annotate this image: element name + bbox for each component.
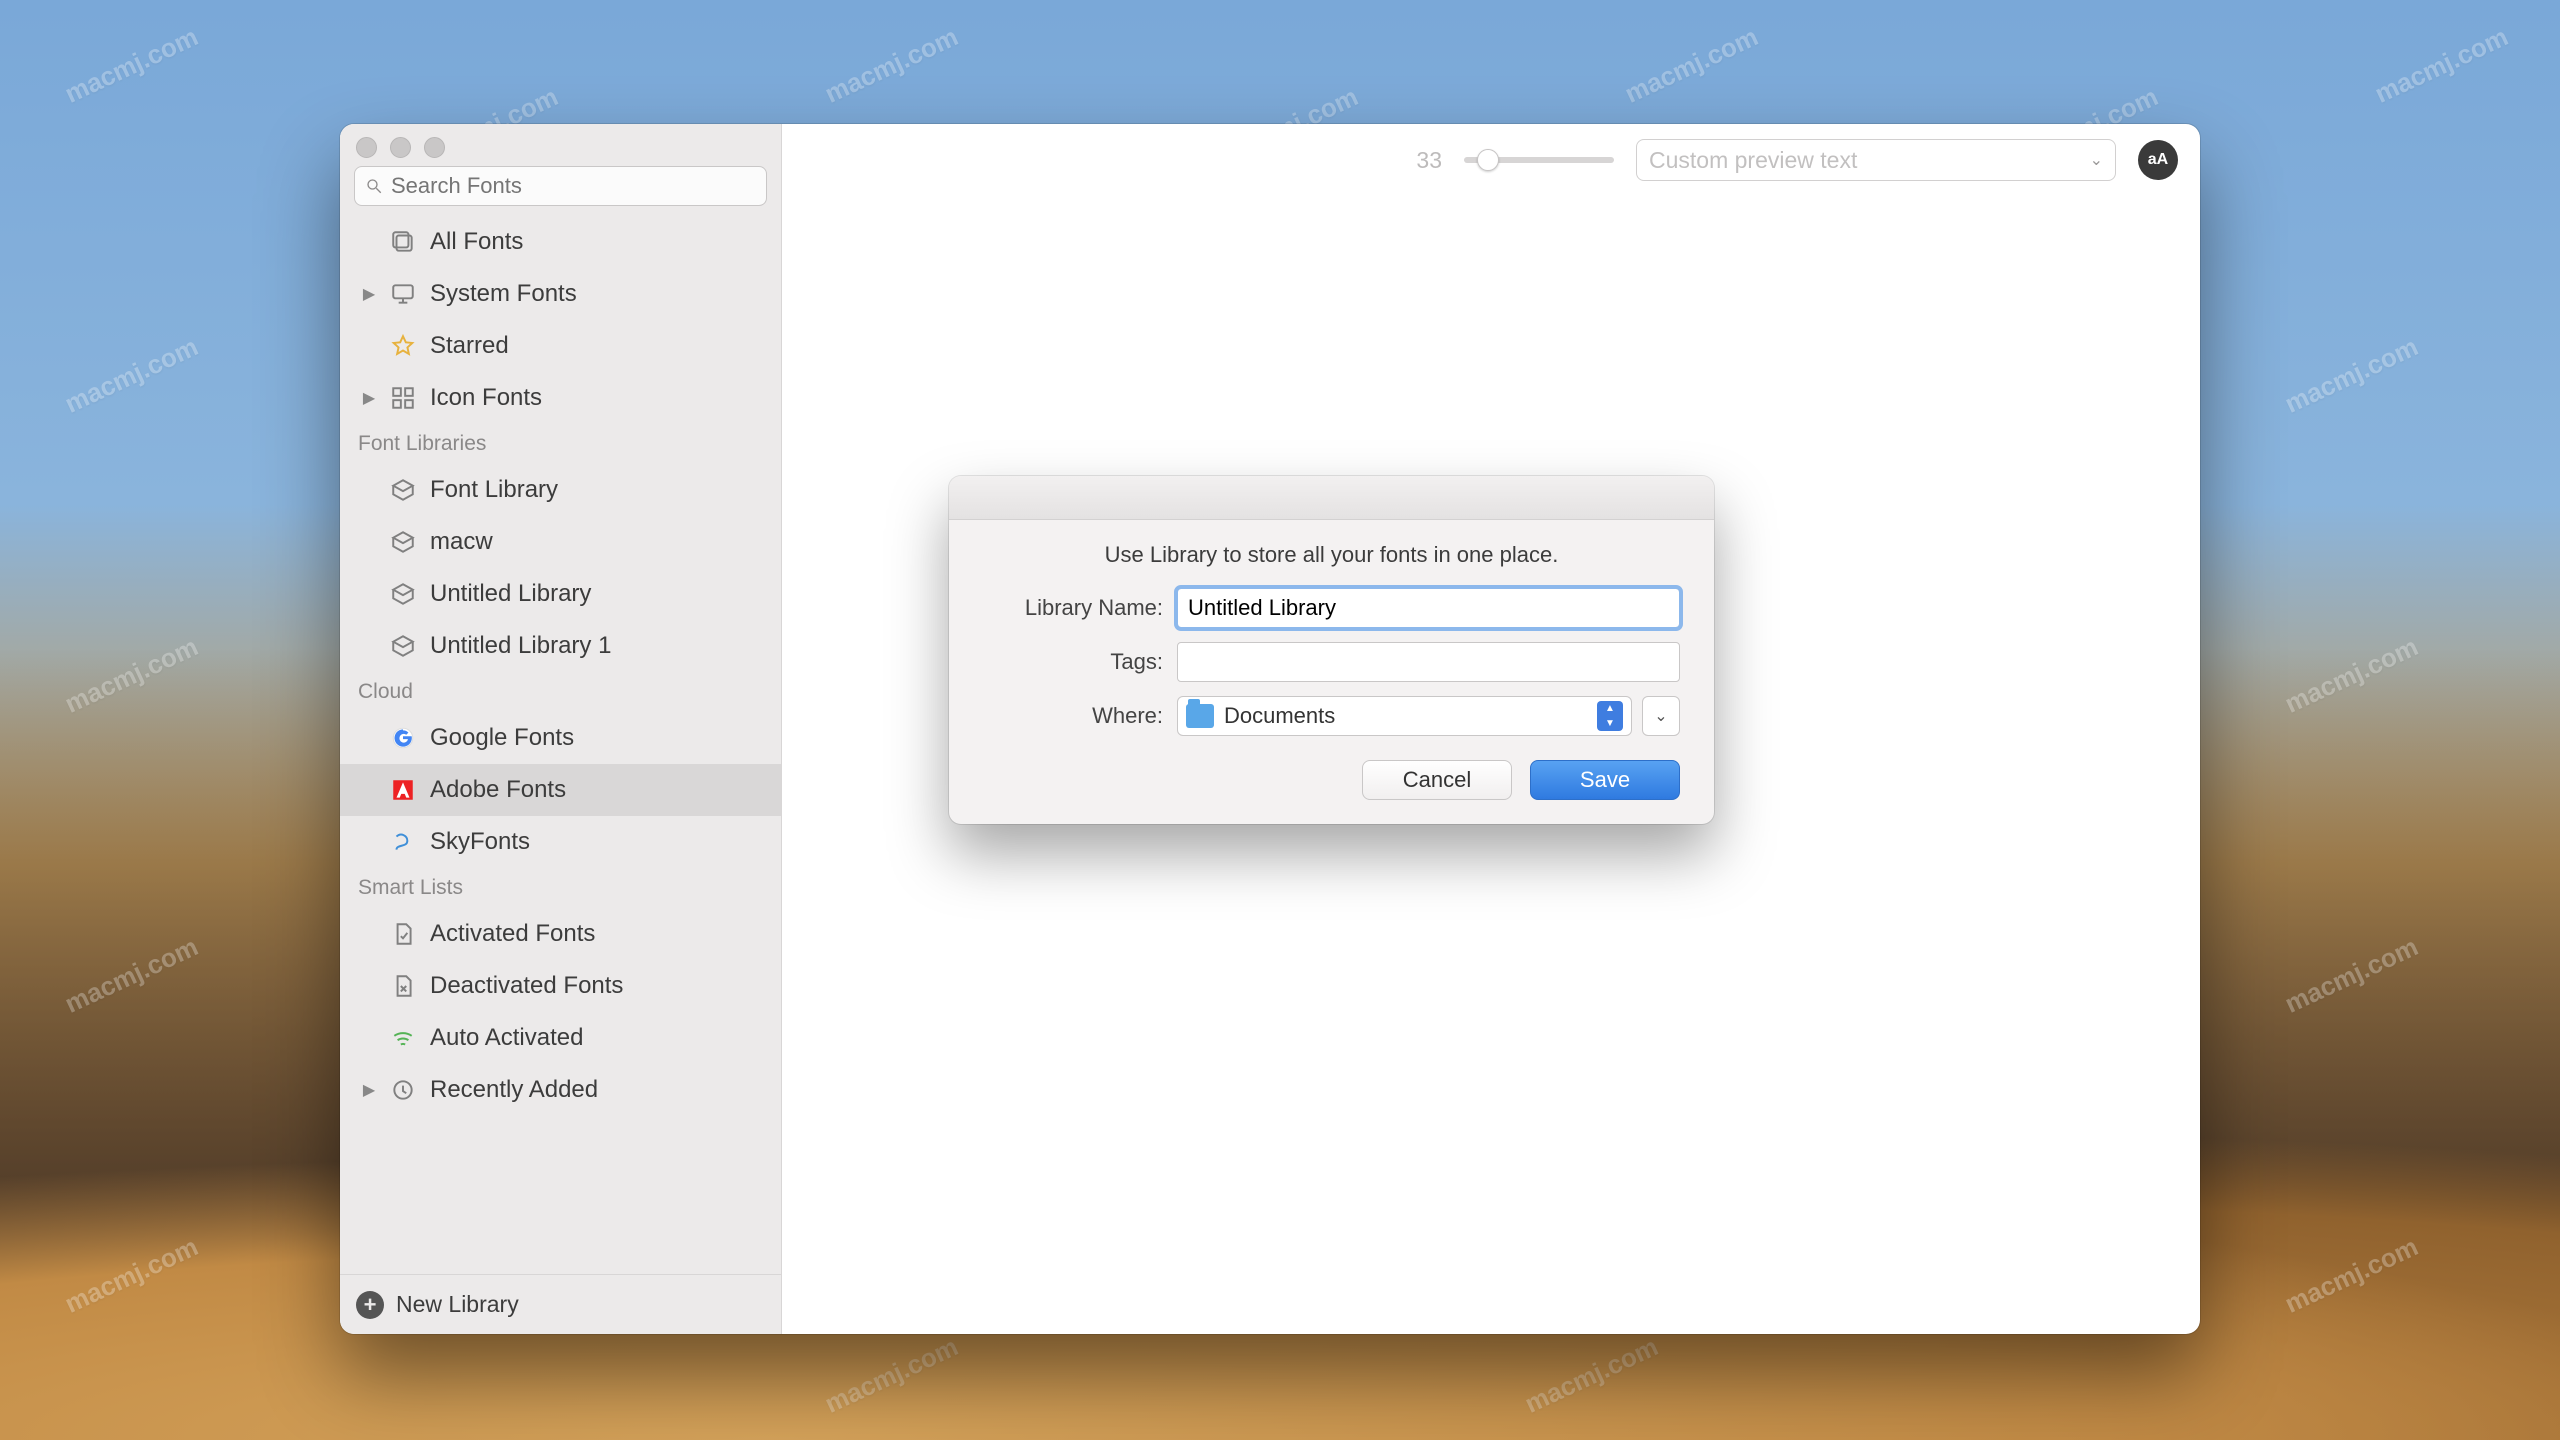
sidebar-item-system-fonts[interactable]: ▶ System Fonts bbox=[340, 268, 781, 320]
sidebar-item-label: Recently Added bbox=[430, 1076, 767, 1104]
sidebar-item-icon-fonts[interactable]: ▶ Icon Fonts bbox=[340, 372, 781, 424]
doc-x-icon bbox=[388, 971, 418, 1001]
star-icon bbox=[388, 331, 418, 361]
sidebar-item-deactivated-fonts[interactable]: Deactivated Fonts bbox=[340, 960, 781, 1012]
sidebar-item-activated-fonts[interactable]: Activated Fonts bbox=[340, 908, 781, 960]
where-value: Documents bbox=[1224, 703, 1587, 729]
folder-icon bbox=[1186, 704, 1214, 728]
sidebar-item-auto-activated[interactable]: Auto Activated bbox=[340, 1012, 781, 1064]
sidebar-item-all-fonts[interactable]: All Fonts bbox=[340, 216, 781, 268]
sidebar-item-label: Starred bbox=[430, 332, 767, 360]
preview-text-select[interactable]: Custom preview text ⌄ bbox=[1636, 139, 2116, 181]
font-size-slider[interactable] bbox=[1464, 157, 1614, 163]
save-library-sheet: Use Library to store all your fonts in o… bbox=[949, 476, 1714, 824]
sidebar-item-label: macw bbox=[430, 528, 767, 556]
sidebar-item-label: Google Fonts bbox=[430, 724, 767, 752]
chevron-down-icon: ⌄ bbox=[2090, 150, 2103, 170]
chevron-down-icon: ⌄ bbox=[1654, 706, 1667, 726]
sidebar-item-label: Icon Fonts bbox=[430, 384, 767, 412]
sidebar-item-starred[interactable]: Starred bbox=[340, 320, 781, 372]
desktop-wallpaper: macmj.com macmj.com macmj.com macmj.com … bbox=[0, 0, 2560, 1440]
skyfonts-icon bbox=[388, 827, 418, 857]
cancel-button[interactable]: Cancel bbox=[1362, 760, 1512, 800]
where-label: Where: bbox=[983, 703, 1163, 729]
sidebar-item-label: All Fonts bbox=[430, 228, 767, 256]
minimize-button[interactable] bbox=[390, 137, 411, 158]
box-icon bbox=[388, 579, 418, 609]
sidebar-item-label: Untitled Library bbox=[430, 580, 767, 608]
search-field[interactable] bbox=[354, 166, 767, 206]
window-controls bbox=[340, 124, 781, 166]
slider-thumb[interactable] bbox=[1477, 149, 1499, 171]
stepper-icon: ▲▼ bbox=[1597, 701, 1623, 731]
disclosure-icon[interactable]: ▶ bbox=[362, 388, 376, 408]
sidebar-item-label: Deactivated Fonts bbox=[430, 972, 767, 1000]
box-icon bbox=[388, 527, 418, 557]
stack-icon bbox=[388, 227, 418, 257]
where-location-select[interactable]: Documents ▲▼ bbox=[1177, 696, 1632, 736]
expand-save-panel-button[interactable]: ⌄ bbox=[1642, 696, 1680, 736]
grid-icon bbox=[388, 383, 418, 413]
library-name-label: Library Name: bbox=[983, 595, 1163, 621]
sidebar-item-skyfonts[interactable]: SkyFonts bbox=[340, 816, 781, 868]
section-header-font-libraries: Font Libraries bbox=[340, 424, 781, 464]
sidebar-item-untitled-library-1[interactable]: Untitled Library 1 bbox=[340, 620, 781, 672]
tags-label: Tags: bbox=[983, 649, 1163, 675]
section-header-smart-lists: Smart Lists bbox=[340, 868, 781, 908]
font-size-value: 33 bbox=[1416, 147, 1442, 174]
search-input[interactable] bbox=[391, 173, 756, 199]
library-name-input[interactable] bbox=[1177, 588, 1680, 628]
sidebar-item-label: SkyFonts bbox=[430, 828, 767, 856]
box-icon bbox=[388, 631, 418, 661]
tags-input[interactable] bbox=[1177, 642, 1680, 682]
sidebar-item-label: System Fonts bbox=[430, 280, 767, 308]
sidebar-item-label: Auto Activated bbox=[430, 1024, 767, 1052]
disclosure-icon[interactable]: ▶ bbox=[362, 284, 376, 304]
section-header-cloud: Cloud bbox=[340, 672, 781, 712]
preview-placeholder: Custom preview text bbox=[1649, 147, 1857, 174]
sidebar-item-font-library[interactable]: Font Library bbox=[340, 464, 781, 516]
sidebar-item-adobe-fonts[interactable]: Adobe Fonts bbox=[340, 764, 781, 816]
toolbar: 33 Custom preview text ⌄ aA bbox=[782, 124, 2200, 186]
new-library-label: New Library bbox=[396, 1291, 519, 1318]
search-icon bbox=[365, 177, 383, 195]
sidebar-item-recently-added[interactable]: ▶ Recently Added bbox=[340, 1064, 781, 1116]
sidebar-item-macw[interactable]: macw bbox=[340, 516, 781, 568]
sidebar-item-label: Activated Fonts bbox=[430, 920, 767, 948]
disclosure-icon[interactable]: ▶ bbox=[362, 1080, 376, 1100]
sidebar-tree: All Fonts ▶ System Fonts Starred ▶ Icon … bbox=[340, 216, 781, 1274]
sidebar-item-label: Untitled Library 1 bbox=[430, 632, 767, 660]
toggle-preview-mode[interactable]: aA bbox=[2138, 140, 2178, 180]
save-button[interactable]: Save bbox=[1530, 760, 1680, 800]
sidebar-item-label: Font Library bbox=[430, 476, 767, 504]
box-icon bbox=[388, 475, 418, 505]
zoom-button[interactable] bbox=[424, 137, 445, 158]
wifi-icon bbox=[388, 1023, 418, 1053]
monitor-icon bbox=[388, 279, 418, 309]
doc-check-icon bbox=[388, 919, 418, 949]
clock-icon bbox=[388, 1075, 418, 1105]
sheet-message: Use Library to store all your fonts in o… bbox=[983, 542, 1680, 568]
google-icon bbox=[388, 723, 418, 753]
sidebar-item-google-fonts[interactable]: Google Fonts bbox=[340, 712, 781, 764]
close-button[interactable] bbox=[356, 137, 377, 158]
sidebar-item-untitled-library[interactable]: Untitled Library bbox=[340, 568, 781, 620]
adobe-icon bbox=[388, 775, 418, 805]
new-library-button[interactable]: + New Library bbox=[340, 1274, 781, 1334]
sidebar-item-label: Adobe Fonts bbox=[430, 776, 767, 804]
sidebar: All Fonts ▶ System Fonts Starred ▶ Icon … bbox=[340, 124, 782, 1334]
plus-icon: + bbox=[356, 1291, 384, 1319]
sheet-header bbox=[949, 476, 1714, 520]
